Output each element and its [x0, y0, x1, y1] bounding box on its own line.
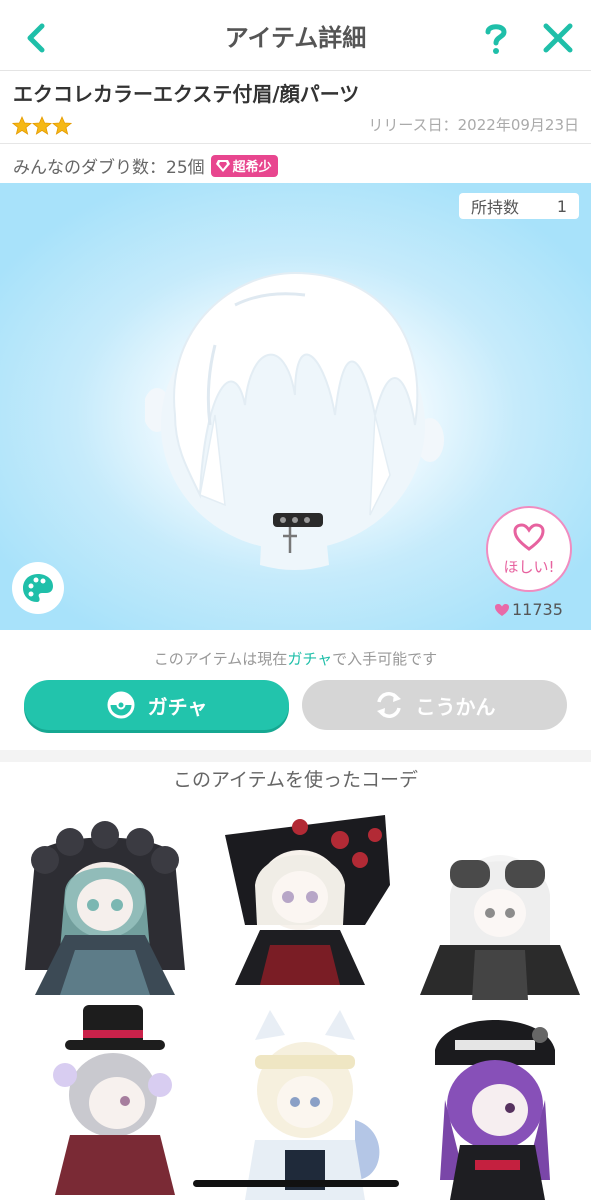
owned-count: 1 — [556, 196, 567, 216]
coordinate-thumbnail[interactable] — [15, 820, 195, 1010]
trade-label: こうかん — [415, 694, 496, 719]
availability-text: このアイテムは現在ガチャで入手可能です — [153, 650, 438, 668]
divider — [0, 143, 591, 144]
capsule-icon — [107, 691, 135, 719]
want-button[interactable]: ほしい! — [486, 506, 572, 592]
avatar-preview-image — [145, 271, 444, 570]
home-indicator — [193, 1180, 399, 1187]
coordinate-thumbnail[interactable] — [25, 1005, 205, 1195]
header-bar: アイテム詳細 — [0, 0, 591, 71]
owned-count-box: 所持数 1 — [459, 193, 579, 219]
diamond-icon — [215, 159, 230, 172]
item-name: エクコレカラーエクステ付眉/顔パーツ — [13, 82, 360, 106]
coordinate-thumbnail[interactable] — [215, 815, 395, 1005]
heart-icon — [495, 603, 509, 616]
close-button[interactable] — [540, 20, 576, 56]
trade-button[interactable]: こうかん — [302, 680, 567, 730]
want-label: ほしい! — [503, 558, 555, 576]
exchange-icon — [376, 692, 401, 718]
gacha-label: ガチャ — [147, 694, 208, 719]
section-divider — [0, 750, 591, 762]
question-icon — [485, 24, 507, 54]
close-icon — [543, 23, 573, 53]
coordinate-thumbnail[interactable] — [215, 1010, 395, 1200]
palette-icon — [23, 574, 53, 602]
owned-label: 所持数 — [471, 198, 520, 217]
release-date: リリース日：2022年09月23日 — [368, 116, 579, 134]
help-button[interactable] — [478, 20, 514, 56]
duplicates-row: みんなのダブり数：25個 超希少 — [13, 153, 278, 178]
coordinate-thumbnail[interactable] — [410, 825, 590, 1015]
duplicates-count: みんなのダブり数：25個 — [13, 158, 205, 178]
rarity-badge: 超希少 — [210, 154, 278, 177]
gacha-button[interactable]: ガチャ — [24, 680, 289, 730]
heart-outline-icon — [513, 523, 545, 551]
coordinates-title: このアイテムを使ったコーデ — [172, 769, 419, 791]
color-palette-button[interactable] — [12, 562, 64, 614]
coordinate-thumbnail[interactable] — [405, 1010, 585, 1200]
rarity-stars-icon — [12, 116, 72, 135]
like-count: 11735 — [494, 600, 563, 619]
